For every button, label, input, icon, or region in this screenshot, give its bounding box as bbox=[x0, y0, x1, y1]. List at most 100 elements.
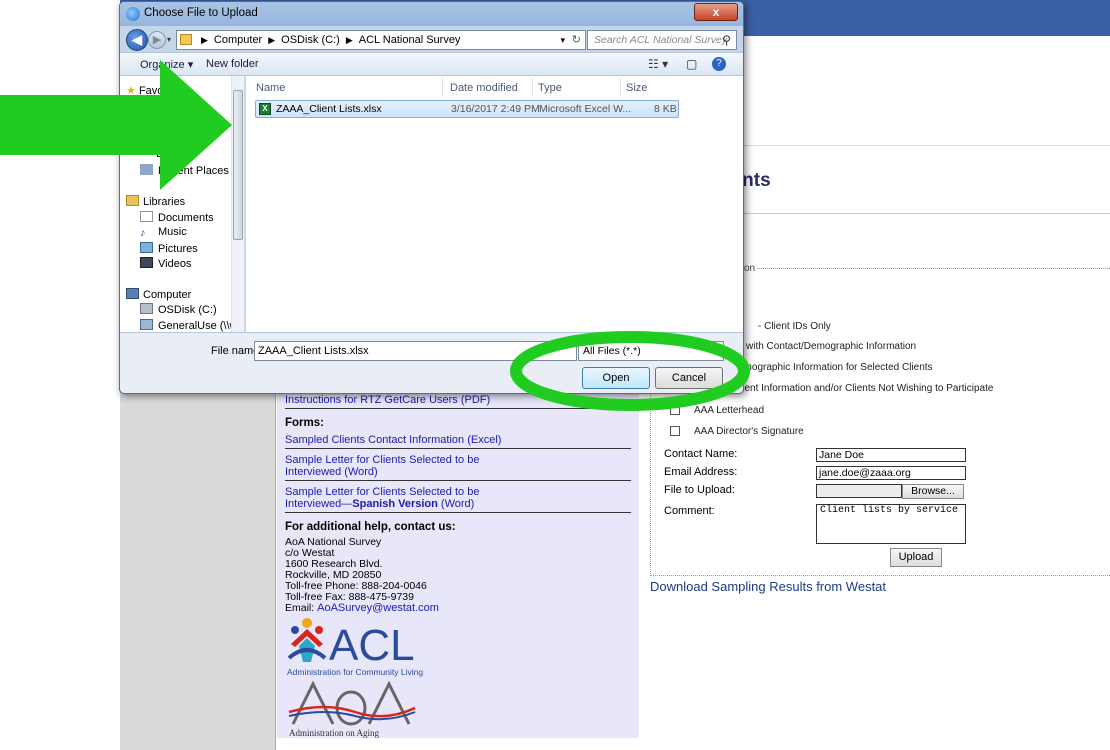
nav-computer-label: Computer bbox=[143, 289, 192, 301]
acl-logo-caption: Administration for Community Living bbox=[287, 667, 423, 677]
search-icon[interactable]: ⚲ bbox=[722, 31, 731, 49]
network-drive-icon bbox=[140, 319, 153, 330]
nav-documents[interactable]: Documents bbox=[140, 211, 214, 224]
form-section-legend: on bbox=[742, 263, 758, 274]
breadcrumb-osdisk[interactable]: OSDisk (C:) bbox=[281, 34, 340, 46]
dialog-title: Choose File to Upload bbox=[144, 7, 258, 19]
help-sidebar: Instructions for RTZ GetCare Users (PDF)… bbox=[277, 388, 639, 738]
folder-icon bbox=[180, 34, 192, 45]
breadcrumb-chevron-icon: ▶ bbox=[201, 35, 208, 45]
contact-name-input[interactable]: Jane Doe bbox=[816, 448, 966, 462]
spanish-link-bold: Spanish Version bbox=[352, 498, 438, 510]
nav-osdisk-label: OSDisk (C:) bbox=[158, 304, 217, 316]
file-name: ZAAA_Client Lists.xlsx bbox=[276, 103, 382, 115]
forward-arrow-icon[interactable]: ▶ bbox=[148, 31, 166, 49]
email-label: Email Address: bbox=[664, 466, 738, 478]
screenshot-stage: Act Participants on - Client IDs Only wi… bbox=[0, 0, 1110, 750]
comment-label: Comment: bbox=[664, 505, 715, 517]
nav-generaluse[interactable]: GeneralUse (\\we bbox=[140, 319, 244, 332]
nav-music[interactable]: ♪ Music bbox=[140, 226, 187, 239]
forms-item: Sample Letter for Clients Selected to be… bbox=[285, 484, 631, 513]
preview-pane-icon[interactable]: ▢ bbox=[686, 57, 697, 71]
upload-button[interactable]: Upload bbox=[890, 548, 942, 567]
contact-email-line: Email: AoASurvey@westat.com bbox=[285, 603, 631, 614]
file-size: 8 KB bbox=[654, 103, 677, 115]
file-path-input[interactable] bbox=[816, 484, 902, 498]
help-heading: For additional help, contact us: bbox=[285, 521, 456, 533]
drive-icon bbox=[140, 303, 153, 314]
refresh-icon[interactable]: ↻ bbox=[572, 31, 581, 49]
contact-block: AoA National Survey c/o Westat 1600 Rese… bbox=[285, 537, 631, 614]
nav-pictures[interactable]: Pictures bbox=[140, 242, 198, 255]
signature-label: AAA Director's Signature bbox=[694, 426, 804, 437]
signature-checkbox[interactable] bbox=[670, 426, 680, 437]
comment-textarea[interactable]: Client lists by service bbox=[816, 504, 966, 544]
option-client-ids[interactable]: - Client IDs Only bbox=[758, 321, 831, 332]
view-options-icon[interactable]: ☷ ▾ bbox=[648, 57, 668, 71]
dialog-navbar: ◀ ▶ ▾ ▶ Computer ▶ OSDisk (C:) ▶ ACL National… bbox=[120, 26, 743, 52]
sample-letter-spanish-link[interactable]: Sample Letter for Clients Selected to be… bbox=[285, 486, 495, 510]
dialog-titlebar[interactable]: Choose File to Upload x bbox=[120, 2, 743, 26]
column-type-header[interactable]: Type bbox=[538, 82, 562, 94]
pictures-icon bbox=[140, 242, 153, 253]
excel-file-icon: X bbox=[259, 103, 271, 115]
column-divider[interactable] bbox=[620, 78, 621, 96]
aoa-logo-caption: Administration on Aging bbox=[289, 728, 380, 738]
file-row-selected[interactable]: X ZAAA_Client Lists.xlsx 3/16/2017 2:49 … bbox=[255, 100, 679, 118]
acl-logo-text: ACL bbox=[329, 621, 415, 670]
contact-name-label: Contact Name: bbox=[664, 448, 738, 460]
file-date: 3/16/2017 2:49 PM bbox=[451, 103, 540, 115]
option-contact-demographic[interactable]: with Contact/Demographic Information bbox=[746, 341, 916, 352]
sample-letter-word-link[interactable]: Sample Letter for Clients Selected to be… bbox=[285, 454, 485, 478]
browse-button[interactable]: Browse... bbox=[902, 484, 964, 499]
nav-libraries-label: Libraries bbox=[143, 196, 186, 208]
column-size-header[interactable]: Size bbox=[626, 82, 647, 94]
breadcrumb-chevron-icon: ▶ bbox=[345, 35, 353, 45]
search-placeholder: Search ACL National Survey bbox=[594, 34, 728, 46]
nav-pictures-label: Pictures bbox=[158, 243, 198, 255]
breadcrumb-computer[interactable]: Computer bbox=[214, 34, 262, 46]
column-divider[interactable] bbox=[442, 78, 443, 96]
email-prefix: Email: bbox=[285, 602, 315, 614]
back-arrow-icon[interactable]: ◀ bbox=[126, 29, 148, 51]
contact-info-excel-link[interactable]: Sampled Clients Contact Information (Exc… bbox=[285, 434, 631, 446]
acl-logo: ACL Administration for Community Living bbox=[287, 618, 423, 677]
column-divider[interactable] bbox=[532, 78, 533, 96]
nav-computer[interactable]: Computer bbox=[126, 288, 191, 301]
file-list-pane: Name Date modified Type Size X ZAAA_Clie… bbox=[246, 76, 743, 332]
breadcrumb-folder[interactable]: ACL National Survey bbox=[359, 34, 461, 46]
nav-music-label: Music bbox=[158, 226, 187, 238]
close-button[interactable]: x bbox=[694, 3, 738, 21]
videos-icon bbox=[140, 257, 153, 268]
breadcrumb-chevron-icon: ▶ bbox=[268, 35, 276, 45]
file-upload-label: File to Upload: bbox=[664, 484, 735, 496]
column-name-header[interactable]: Name bbox=[256, 82, 285, 94]
history-dropdown-icon[interactable]: ▾ bbox=[167, 35, 171, 44]
green-arrow-annotation bbox=[0, 60, 232, 190]
nav-osdisk[interactable]: OSDisk (C:) bbox=[140, 303, 217, 316]
option-not-wishing[interactable]: lient Information and/or Clients Not Wis… bbox=[740, 383, 993, 394]
nav-videos[interactable]: Videos bbox=[140, 257, 191, 270]
contact-email-link[interactable]: AoASurvey@westat.com bbox=[317, 602, 439, 614]
music-icon: ♪ bbox=[140, 227, 146, 239]
spanish-link-post: (Word) bbox=[437, 498, 475, 510]
documents-icon bbox=[140, 211, 153, 222]
nav-videos-label: Videos bbox=[158, 258, 192, 270]
column-date-header[interactable]: Date modified bbox=[450, 82, 518, 94]
address-bar[interactable]: ▶ Computer ▶ OSDisk (C:) ▶ ACL National Surve… bbox=[176, 30, 586, 50]
email-input[interactable]: jane.doe@zaaa.org bbox=[816, 466, 966, 480]
libraries-icon bbox=[126, 195, 139, 206]
option-demographic-selected[interactable]: emographic Information for Selected Clie… bbox=[738, 362, 933, 373]
green-circle-annotation bbox=[510, 331, 750, 411]
contact-line: AoA National Survey bbox=[285, 536, 382, 548]
aoa-logo: Administration on Aging bbox=[288, 680, 416, 738]
search-input[interactable]: Search ACL National Survey ⚲ bbox=[587, 30, 737, 50]
computer-icon bbox=[126, 288, 139, 299]
forms-item: Sample Letter for Clients Selected to be… bbox=[285, 452, 631, 481]
nav-libraries[interactable]: Libraries bbox=[126, 195, 185, 208]
help-icon[interactable]: ? bbox=[712, 57, 726, 71]
forms-heading: Forms: bbox=[285, 417, 324, 429]
forms-item: Sampled Clients Contact Information (Exc… bbox=[285, 432, 631, 449]
address-dropdown-icon[interactable]: ▾ bbox=[560, 31, 565, 49]
download-results-link[interactable]: Download Sampling Results from Westat bbox=[650, 579, 886, 594]
